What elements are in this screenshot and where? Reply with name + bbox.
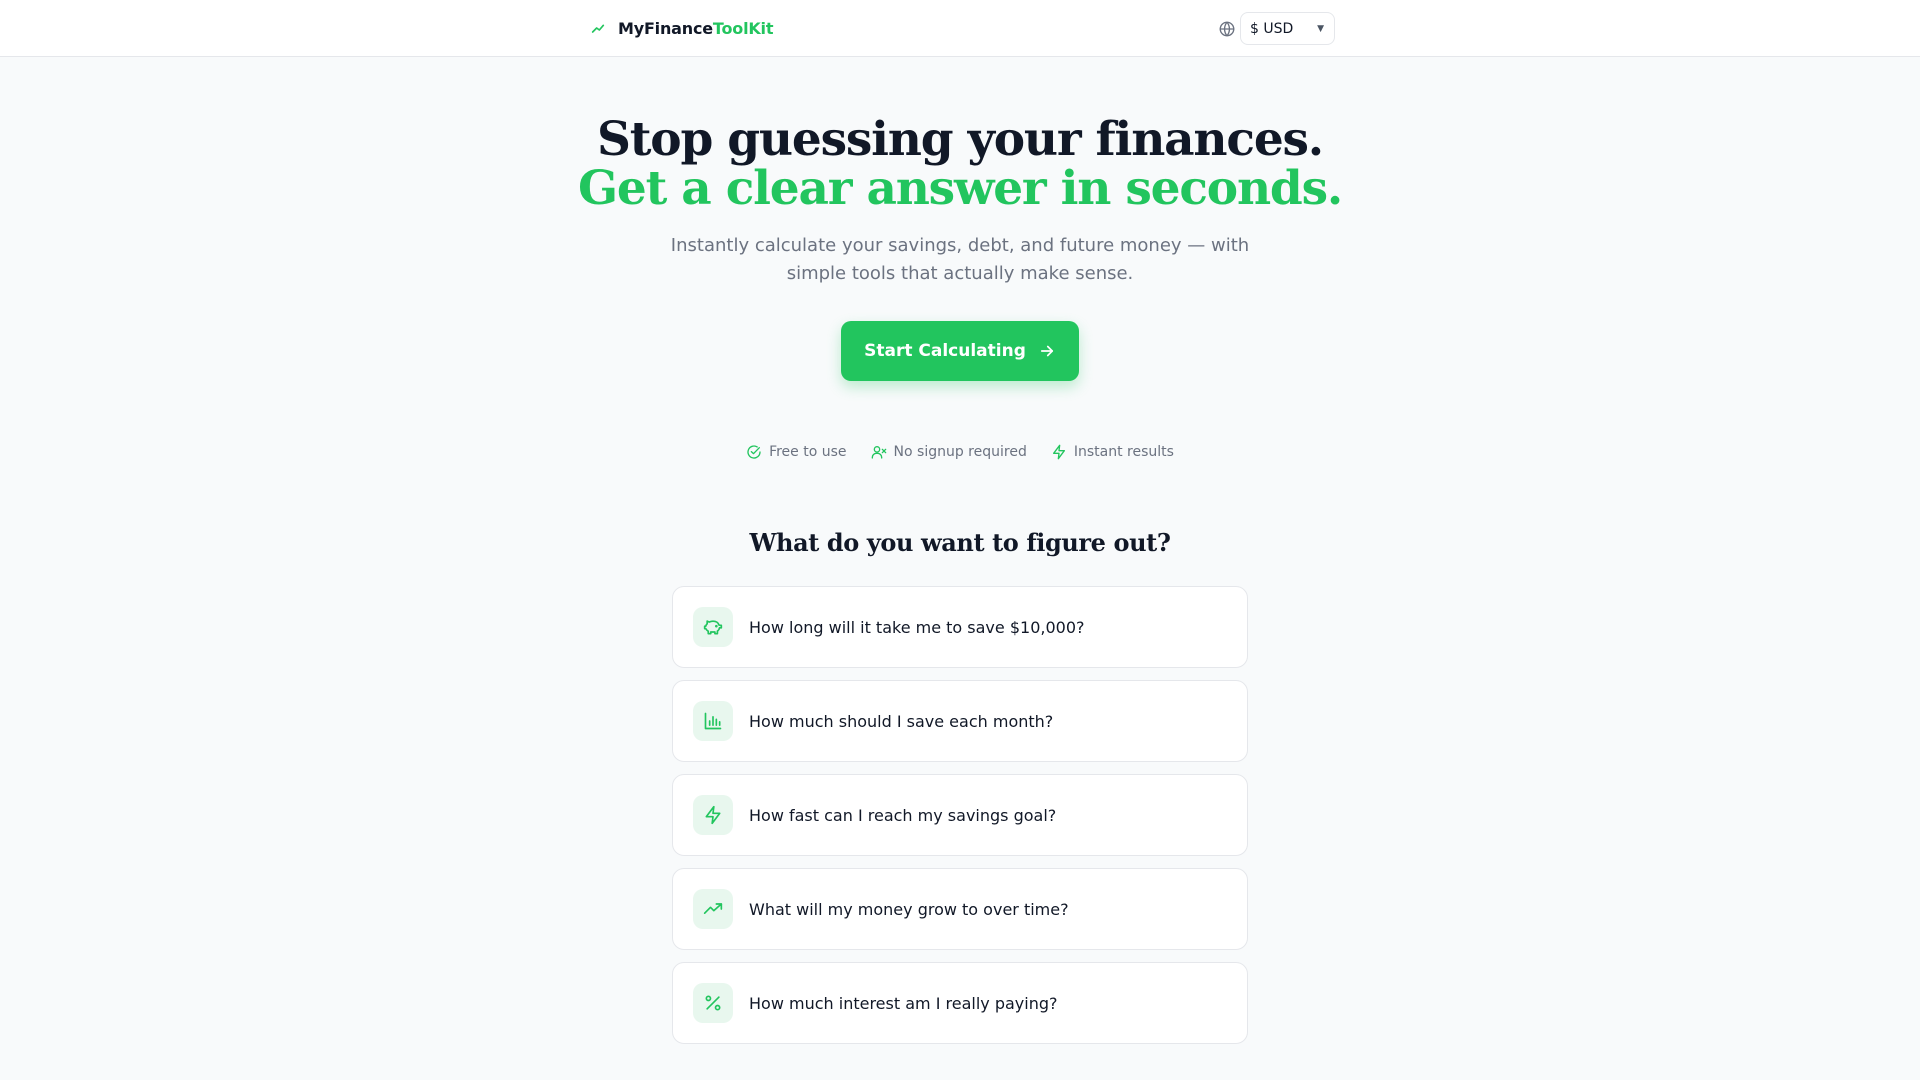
question-list: How long will it take me to save $10,000… — [672, 586, 1248, 1056]
question-card-monthly-saving[interactable]: How much should I save each month? — [672, 680, 1248, 762]
brand-logo-link[interactable]: MyFinanceToolKit — [590, 16, 773, 40]
feature-free: Free to use — [746, 444, 847, 460]
feature-label: No signup required — [893, 444, 1027, 460]
brand-name-accent: ToolKit — [712, 18, 774, 38]
question-label: How much should I save each month? — [749, 711, 1054, 731]
hero-title-line-2: Get a clear answer in seconds. — [577, 161, 1343, 216]
hero-subtitle: Instantly calculate your savings, debt, … — [670, 235, 1250, 284]
feature-label: Instant results — [1073, 444, 1174, 460]
zap-icon — [705, 805, 721, 825]
user-x-icon — [871, 446, 886, 459]
brand-name: MyFinanceToolKit — [618, 19, 773, 38]
percent-icon — [705, 995, 721, 1011]
hero-title-line-1: Stop guessing your finances. — [597, 112, 1324, 167]
chevron-down-icon: ▼ — [1317, 23, 1324, 34]
question-card-save-10000[interactable]: How long will it take me to save $10,000… — [672, 586, 1248, 668]
zap-icon — [1052, 444, 1065, 460]
bar-chart-icon — [704, 712, 722, 730]
currency-value: $ USD — [1250, 20, 1294, 37]
trending-up-icon — [703, 903, 723, 914]
question-card-interest[interactable]: How much interest am I really paying? — [672, 962, 1248, 1044]
piggy-bank-icon — [703, 620, 723, 635]
check-circle-icon — [747, 445, 761, 459]
card-icon-box — [693, 983, 733, 1023]
question-card-money-growth[interactable]: What will my money grow to over time? — [672, 868, 1248, 950]
trending-up-logo-icon — [591, 24, 605, 33]
feature-label: Free to use — [769, 444, 847, 460]
feature-instant: Instant results — [1051, 444, 1174, 460]
card-icon-box — [693, 607, 733, 647]
start-calculating-button[interactable]: Start Calculating — [841, 321, 1079, 381]
question-card-savings-goal[interactable]: How fast can I reach my savings goal? — [672, 774, 1248, 856]
section-title: What do you want to figure out? — [749, 528, 1171, 557]
arrow-right-icon — [1040, 345, 1053, 357]
currency-selector: $ USD ▼ — [1218, 12, 1335, 45]
hero-title: Stop guessing your finances. Get a clear… — [0, 115, 1920, 213]
currency-dropdown[interactable]: $ USD ▼ — [1240, 12, 1335, 45]
globe-icon — [1219, 21, 1235, 36]
top-navigation-bar: MyFinanceToolKit $ USD ▼ — [0, 0, 1920, 57]
question-label: How much interest am I really paying? — [749, 993, 1058, 1013]
brand-name-main: MyFinance — [618, 18, 713, 38]
question-label: How fast can I reach my savings goal? — [749, 805, 1057, 825]
card-icon-box — [693, 889, 733, 929]
question-label: What will my money grow to over time? — [749, 899, 1069, 919]
card-icon-box — [693, 795, 733, 835]
question-label: How long will it take me to save $10,000… — [749, 617, 1085, 637]
feature-no-signup: No signup required — [871, 444, 1027, 460]
feature-highlights: Free to use No signup required Instant r… — [0, 444, 1920, 460]
card-icon-box — [693, 701, 733, 741]
start-calculating-label: Start Calculating — [864, 341, 1026, 361]
